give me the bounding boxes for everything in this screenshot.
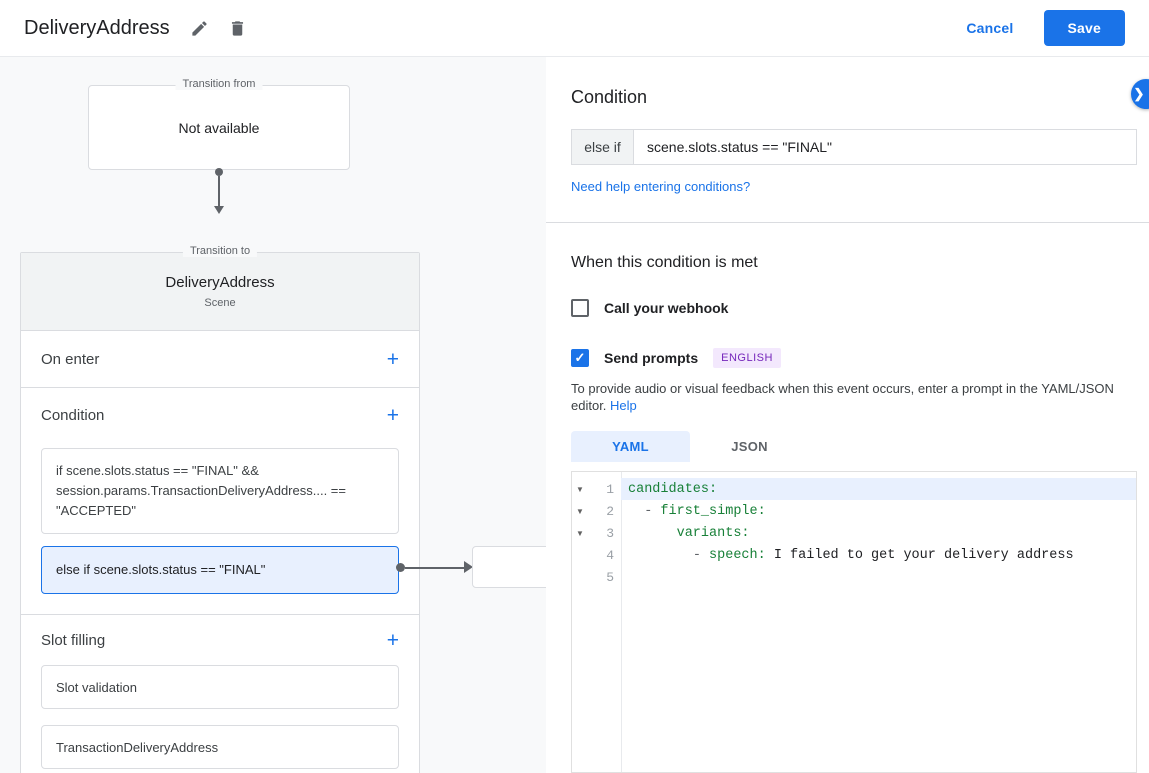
- slot-filling-label: Slot filling: [41, 631, 106, 649]
- send-prompts-checkbox[interactable]: ✓: [571, 349, 589, 367]
- call-webhook-row: Call your webhook: [571, 299, 1137, 317]
- scene-name: DeliveryAddress: [165, 274, 275, 291]
- condition-target-node[interactable]: [472, 546, 546, 588]
- yaml-indent: [628, 526, 677, 541]
- cancel-button[interactable]: Cancel: [966, 20, 1013, 36]
- language-badge: ENGLISH: [713, 348, 781, 368]
- yaml-value: I failed to get your delivery address: [765, 547, 1074, 563]
- prompt-description-text: To provide audio or visual feedback when…: [571, 381, 1114, 413]
- code-line-5: 5: [572, 566, 1136, 588]
- condition-section-header: Condition +: [21, 388, 419, 442]
- tab-json[interactable]: JSON: [690, 431, 809, 462]
- code-text[interactable]: [621, 566, 1136, 588]
- yaml-key: candidates:: [628, 481, 718, 497]
- scene-flow-canvas: Transition from Not available Transition…: [0, 57, 546, 773]
- condition-expression-input[interactable]: [634, 129, 1137, 165]
- tab-yaml[interactable]: YAML: [571, 431, 690, 462]
- fold-arrow-icon[interactable]: ▼: [572, 529, 588, 538]
- transition-arrow-down: [211, 168, 228, 214]
- condition-prefix-label: else if: [571, 129, 634, 165]
- chevron-right-icon: ❯: [1133, 86, 1145, 101]
- code-line-3: ▼ 3 variants:: [572, 522, 1136, 544]
- editor-format-tabs: YAML JSON: [571, 431, 1137, 462]
- line-number: 4: [606, 547, 614, 563]
- condition-section-label: Condition: [41, 406, 105, 424]
- line-number: 3: [606, 525, 614, 541]
- condition-help-link[interactable]: Need help entering conditions?: [571, 179, 750, 194]
- on-enter-section[interactable]: On enter +: [21, 331, 419, 388]
- panel-divider: [546, 222, 1149, 223]
- line-number: 1: [606, 481, 614, 497]
- main-area: Transition from Not available Transition…: [0, 57, 1149, 773]
- panel-title: Condition: [571, 87, 648, 107]
- code-line-4: 4 - speech: I failed to get your deliver…: [572, 544, 1136, 566]
- on-enter-label: On enter: [41, 350, 100, 368]
- transition-from-label: Transition from: [175, 78, 263, 90]
- slot-filling-section-header: Slot filling +: [21, 615, 419, 665]
- code-line-2: ▼ 2 - first_simple:: [572, 500, 1136, 522]
- condition-section: Condition + if scene.slots.status == "FI…: [21, 388, 419, 615]
- when-condition-met-title: When this condition is met: [571, 254, 758, 271]
- scene-editor-app: DeliveryAddress Cancel Save Transition f…: [0, 0, 1149, 773]
- check-icon: ✓: [574, 350, 586, 365]
- code-text[interactable]: - first_simple:: [621, 500, 1136, 522]
- yaml-dash: -: [644, 503, 661, 519]
- code-line-1: ▼ 1 candidates:: [572, 478, 1136, 500]
- delete-scene-button[interactable]: [226, 16, 250, 40]
- transition-to-label: Transition to: [182, 245, 258, 257]
- yaml-key: variants:: [676, 525, 750, 541]
- arrow-line: [218, 176, 220, 207]
- yaml-key: first_simple:: [660, 503, 766, 519]
- add-on-enter-button[interactable]: +: [387, 349, 399, 370]
- page-title: DeliveryAddress: [24, 16, 170, 39]
- condition-connector-dot: [396, 563, 405, 572]
- top-bar: DeliveryAddress Cancel Save: [0, 0, 1149, 57]
- transition-from-node: Transition from Not available: [88, 78, 350, 170]
- scene-card-header[interactable]: DeliveryAddress Scene: [21, 253, 419, 331]
- condition-item-else-if-selected[interactable]: else if scene.slots.status == "FINAL": [41, 546, 399, 594]
- yaml-indent: [628, 548, 693, 563]
- yaml-code-editor[interactable]: ▼ 1 candidates: ▼ 2 - first_simple: ▼ 3 …: [571, 471, 1137, 773]
- slot-validation-item[interactable]: Slot validation: [41, 665, 399, 709]
- edit-name-button[interactable]: [188, 16, 212, 40]
- condition-item-if[interactable]: if scene.slots.status == "FINAL" && sess…: [41, 448, 399, 534]
- line-number: 2: [606, 503, 614, 519]
- add-slot-button[interactable]: +: [387, 630, 399, 651]
- condition-expression-row: else if: [571, 129, 1137, 165]
- trash-icon: [228, 19, 247, 38]
- slot-transaction-item[interactable]: TransactionDeliveryAddress: [41, 725, 399, 769]
- add-condition-button[interactable]: +: [387, 405, 399, 426]
- scene-node-card: Transition to DeliveryAddress Scene On e…: [20, 245, 420, 773]
- send-prompts-row: ✓ Send prompts ENGLISH: [571, 348, 1137, 368]
- code-text[interactable]: - speech: I failed to get your delivery …: [621, 544, 1136, 566]
- yaml-dash: -: [692, 547, 710, 563]
- slot-filling-section: Slot filling + Slot validation Transacti…: [21, 615, 419, 769]
- yaml-indent: [628, 504, 644, 519]
- pencil-icon: [190, 19, 209, 38]
- send-prompts-label: Send prompts: [604, 350, 699, 366]
- code-text[interactable]: candidates:: [621, 478, 1136, 500]
- help-link[interactable]: Help: [610, 398, 637, 413]
- arrow-head-down-icon: [214, 206, 224, 214]
- code-text[interactable]: variants:: [621, 522, 1136, 544]
- scene-type-label: Scene: [204, 297, 236, 309]
- prompt-description: To provide audio or visual feedback when…: [571, 380, 1129, 414]
- line-number: 5: [606, 569, 614, 585]
- call-webhook-label: Call your webhook: [604, 300, 729, 316]
- condition-editor-panel: ❯ Condition else if Need help entering c…: [546, 57, 1149, 773]
- call-webhook-checkbox[interactable]: [571, 299, 589, 317]
- arrow-start-dot: [215, 168, 223, 176]
- save-button[interactable]: Save: [1043, 10, 1125, 46]
- condition-connector-line: [405, 566, 465, 569]
- yaml-key: speech:: [709, 547, 766, 563]
- fold-arrow-icon[interactable]: ▼: [572, 507, 588, 516]
- transition-from-value: Not available: [178, 119, 260, 136]
- fold-arrow-icon[interactable]: ▼: [572, 485, 588, 494]
